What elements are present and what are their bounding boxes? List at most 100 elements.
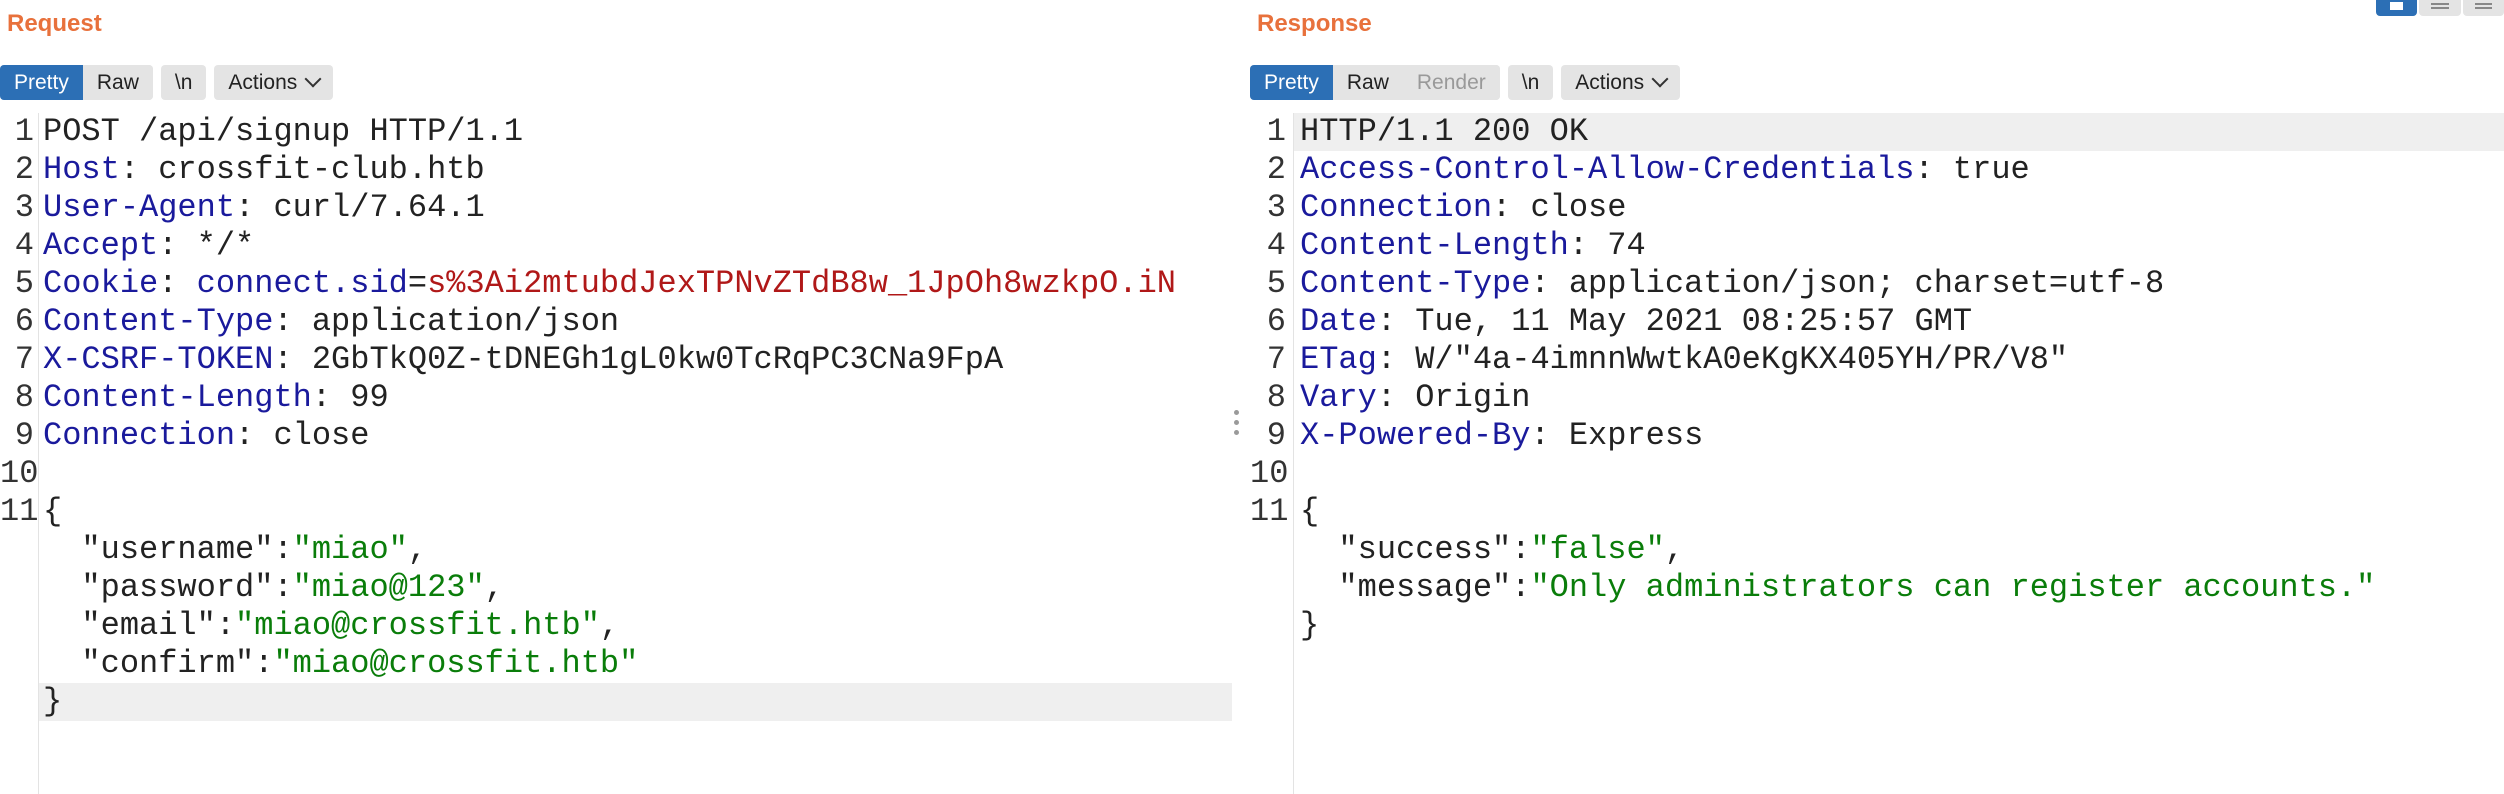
- code-text: {: [1300, 493, 2504, 531]
- tabs-layout-icon[interactable]: [2462, 0, 2504, 16]
- line-number: 11: [0, 493, 39, 530]
- code-token: }: [43, 683, 63, 720]
- request-actions-button[interactable]: Actions: [214, 65, 334, 100]
- request-code-line: 2 Host: crossfit-club.htb: [0, 151, 1232, 189]
- code-token: :: [273, 531, 293, 568]
- code-token: Connection: [1300, 189, 1493, 226]
- request-raw-tab[interactable]: Raw: [82, 65, 153, 100]
- line-number: 5: [14, 265, 34, 302]
- chevron-down-icon: [304, 70, 322, 88]
- code-token: "confirm": [43, 645, 255, 682]
- code-token: HTTP/1.1 200 OK: [1300, 113, 1589, 150]
- code-token: :: [158, 265, 197, 302]
- line-number: 10: [0, 455, 39, 492]
- code-text: X-CSRF-TOKEN: 2GbTkQ0Z-tDNEGh1gL0kw0TcRq…: [43, 341, 1232, 379]
- request-pane: Request Pretty Raw \n Actions 1 POST /api…: [0, 0, 1232, 794]
- code-token: Vary: [1300, 379, 1377, 416]
- code-token: }: [1300, 607, 1320, 644]
- code-text: Vary: Origin: [1300, 379, 2504, 417]
- response-code-line: 11 {: [1250, 493, 2504, 531]
- response-view-toggle: Pretty Raw Render: [1250, 65, 1500, 100]
- response-code-line: 3 Connection: close: [1250, 189, 2504, 227]
- layout-switcher: [2374, 0, 2504, 18]
- line-number: 4: [1266, 227, 1286, 264]
- splitter-grip-dot: [1234, 430, 1239, 435]
- request-code-line: 7 X-CSRF-TOKEN: 2GbTkQ0Z-tDNEGh1gL0kw0TcR…: [0, 341, 1232, 379]
- code-token: "miao@crossfit.htb": [235, 607, 600, 644]
- code-text: Date: Tue, 11 May 2021 08:25:57 GMT: [1300, 303, 2504, 341]
- request-title: Request: [7, 10, 102, 37]
- code-text: "email":"miao@crossfit.htb",: [43, 607, 1232, 645]
- code-token: ,: [407, 531, 428, 568]
- request-code-line: 6 Content-Type: application/json: [0, 303, 1232, 341]
- response-newline-toggle[interactable]: \n: [1507, 65, 1554, 100]
- code-text: Content-Length: 74: [1300, 227, 2504, 265]
- code-token: Connection: [43, 417, 236, 454]
- code-token: Date: [1300, 303, 1377, 340]
- split-vertical-layout-icon[interactable]: [2419, 0, 2461, 16]
- code-token: ,: [599, 607, 620, 644]
- response-code-line: 7 ETag: W/"4a-4imnnWwtkA0eKgKX405YH/PR/V8…: [1250, 341, 2504, 379]
- response-actions-label: Actions: [1575, 71, 1645, 94]
- request-editor[interactable]: 1 POST /api/signup HTTP/1.1 2 Host: crossfi…: [0, 113, 1232, 794]
- code-text: "username":"miao",: [43, 531, 1232, 569]
- response-code-line: 6 Date: Tue, 11 May 2021 08:25:57 GMT: [1250, 303, 2504, 341]
- code-token: : Express: [1530, 417, 1704, 454]
- code-token: s%3Ai2mtubdJexTPNvZTdB8w_1JpOh8wzkpO.iN: [427, 265, 1176, 302]
- request-code-line: 1 POST /api/signup HTTP/1.1: [0, 113, 1232, 151]
- code-token: ,: [1664, 531, 1685, 568]
- code-token: : application/json: [273, 303, 620, 340]
- code-text: X-Powered-By: Express: [1300, 417, 2504, 455]
- line-number: 9: [14, 417, 34, 454]
- code-token: : close: [235, 417, 370, 454]
- code-token: : application/json; charset=utf-8: [1530, 265, 2165, 302]
- line-number: 1: [14, 113, 34, 150]
- request-code-line: "password":"miao@123",: [0, 569, 1232, 607]
- splitter-grip-dot: [1234, 410, 1239, 415]
- line-number: 1: [1266, 113, 1286, 150]
- code-text: "confirm":"miao@crossfit.htb": [43, 645, 1232, 683]
- response-code-line: 2 Access-Control-Allow-Credentials: true: [1250, 151, 2504, 189]
- response-code-line: "message":"Only administrators can regis…: [1250, 569, 2504, 607]
- code-token: "Only administrators can register accoun…: [1530, 569, 2376, 606]
- pane-splitter[interactable]: [1232, 0, 1250, 794]
- response-code-line: }: [1250, 607, 2504, 645]
- response-raw-tab[interactable]: Raw: [1332, 65, 1403, 100]
- code-text: Connection: close: [1300, 189, 2504, 227]
- code-token: : crossfit-club.htb: [119, 151, 485, 188]
- code-token: "success": [1300, 531, 1512, 568]
- response-code-line: 5 Content-Type: application/json; charset…: [1250, 265, 2504, 303]
- code-token: : Tue, 11 May 2021 08:25:57 GMT: [1376, 303, 1973, 340]
- response-code-line: "success":"false",: [1250, 531, 2504, 569]
- response-code-line: 9 X-Powered-By: Express: [1250, 417, 2504, 455]
- code-text: Accept: */*: [43, 227, 1232, 265]
- line-number: 4: [14, 227, 34, 264]
- response-actions-button[interactable]: Actions: [1561, 65, 1681, 100]
- code-token: Content-Type: [43, 303, 274, 340]
- request-newline-toggle[interactable]: \n: [160, 65, 207, 100]
- request-code-line: 5 Cookie: connect.sid=s%3Ai2mtubdJexTPNvZ…: [0, 265, 1232, 303]
- line-number: 8: [14, 379, 34, 416]
- response-render-tab[interactable]: Render: [1402, 65, 1500, 100]
- response-code-line: 1 HTTP/1.1 200 OK: [1250, 113, 2504, 151]
- code-text: "success":"false",: [1300, 531, 2504, 569]
- request-toolbar: Pretty Raw \n Actions: [0, 64, 334, 101]
- code-text: POST /api/signup HTTP/1.1: [43, 113, 1232, 151]
- request-pretty-tab[interactable]: Pretty: [0, 65, 83, 100]
- code-text: "password":"miao@123",: [43, 569, 1232, 607]
- code-token: Accept: [43, 227, 159, 264]
- response-pretty-tab[interactable]: Pretty: [1250, 65, 1333, 100]
- code-token: "miao@123": [292, 569, 485, 606]
- code-token: Cookie: [43, 265, 159, 302]
- code-token: : close: [1492, 189, 1627, 226]
- code-text: Host: crossfit-club.htb: [43, 151, 1232, 189]
- line-number: 7: [1266, 341, 1286, 378]
- code-text: }: [1300, 607, 2504, 645]
- code-text: Content-Length: 99: [43, 379, 1232, 417]
- split-horizontal-layout-icon[interactable]: [2376, 0, 2418, 16]
- code-text: Cookie: connect.sid=s%3Ai2mtubdJexTPNvZT…: [43, 265, 1232, 303]
- code-token: {: [1300, 493, 1320, 530]
- response-editor[interactable]: 1 HTTP/1.1 200 OK 2 Access-Control-Allow-Cr…: [1250, 113, 2504, 794]
- line-number: 2: [1266, 151, 1286, 188]
- code-token: {: [43, 493, 63, 530]
